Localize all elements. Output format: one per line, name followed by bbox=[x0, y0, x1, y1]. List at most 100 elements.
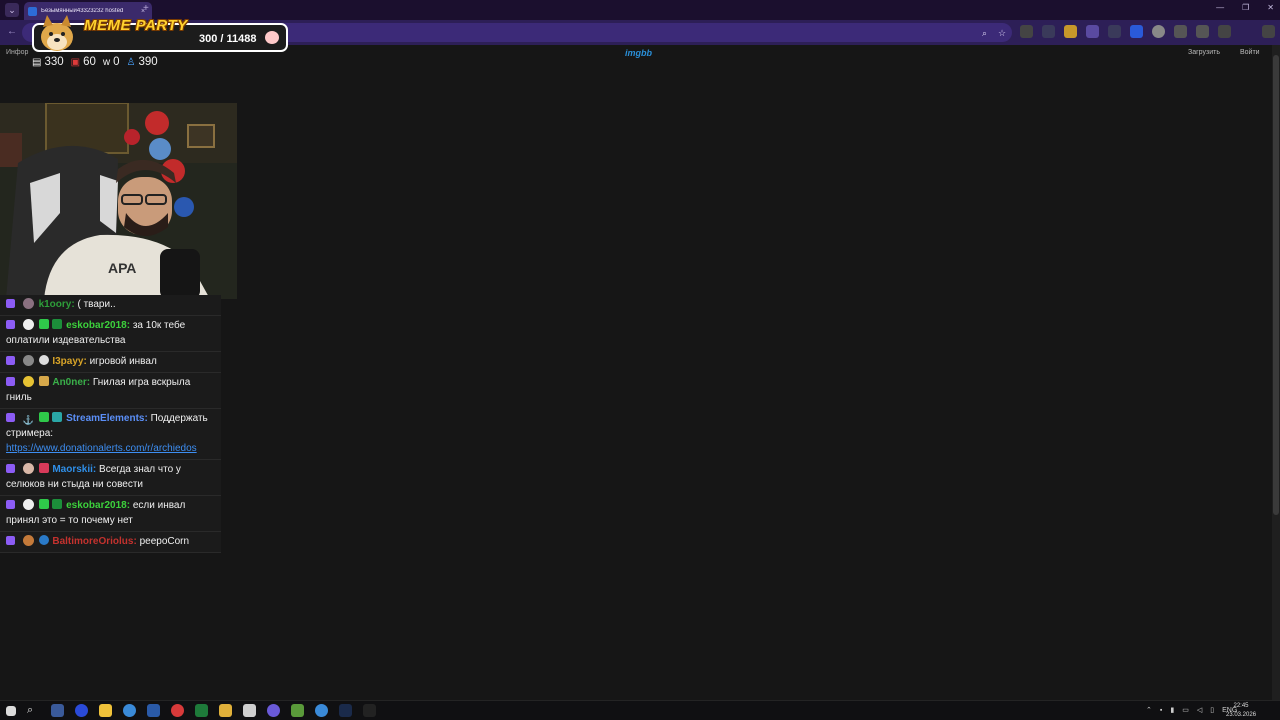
excel-icon[interactable] bbox=[195, 704, 208, 717]
chat-username[interactable]: BaltimoreOriolus: bbox=[52, 536, 136, 547]
twitch-icon bbox=[6, 356, 15, 365]
app-icon[interactable] bbox=[147, 704, 160, 717]
search-icon[interactable]: ⌕ bbox=[27, 704, 40, 717]
extension-icon[interactable] bbox=[1086, 25, 1099, 38]
login-link[interactable]: Войти bbox=[1240, 49, 1260, 56]
microphone-icon[interactable]: ▮ bbox=[1170, 706, 1174, 714]
w-stat: w0 bbox=[103, 56, 120, 68]
volume-icon[interactable]: ◁ bbox=[1197, 706, 1202, 714]
chat-message: I3payy: игровой инвал bbox=[0, 352, 221, 373]
svg-text:АРА: АРА bbox=[108, 260, 136, 276]
extension-icon[interactable] bbox=[1042, 25, 1055, 38]
site-logo[interactable]: imgbb bbox=[625, 48, 652, 58]
minimize-button[interactable]: — bbox=[1216, 3, 1224, 12]
folder-icon[interactable] bbox=[219, 704, 232, 717]
restore-button[interactable]: ❐ bbox=[1242, 3, 1249, 12]
avatar bbox=[22, 319, 34, 330]
battery-icon[interactable]: ▯ bbox=[1210, 706, 1214, 714]
twitch-icon bbox=[6, 536, 15, 545]
pig-icon bbox=[265, 31, 279, 44]
verified-badge-icon bbox=[38, 412, 49, 422]
leaf-badge-icon bbox=[52, 499, 63, 509]
stream-stats: ▤ 330 ▣ 60 w0 ♙ 390 bbox=[32, 56, 158, 68]
doge-icon bbox=[41, 15, 73, 51]
chat-text: ( твари.. bbox=[77, 299, 116, 310]
meme-party-progress: 300 / 11488 bbox=[199, 33, 257, 45]
clock-date: 23.03.2026 bbox=[1226, 712, 1257, 718]
live-icon: ▣ bbox=[70, 56, 81, 68]
verified-badge-icon bbox=[38, 319, 49, 329]
system-tray: ⌃ ▪ ▮ ▭ ◁ ▯ ENG bbox=[1146, 706, 1237, 715]
info-link[interactable]: Инфор bbox=[6, 49, 28, 56]
chat-text: peepoCorn bbox=[139, 536, 190, 547]
twitch-icon bbox=[6, 464, 15, 473]
sidebar-icon[interactable] bbox=[1262, 25, 1275, 38]
extension-icon[interactable] bbox=[1152, 25, 1165, 38]
viewer-count: 390 bbox=[138, 56, 158, 68]
zoom-icon[interactable]: ⌕ bbox=[982, 28, 987, 39]
extension-icon[interactable] bbox=[1174, 25, 1187, 38]
chat-message: eskobar2018: за 10к тебе оплатили издева… bbox=[0, 316, 221, 352]
app-icon[interactable] bbox=[75, 704, 88, 717]
twitch-icon bbox=[6, 377, 15, 386]
scroll-thumb[interactable] bbox=[1273, 55, 1279, 515]
webcam-image: АРА bbox=[0, 103, 237, 299]
new-tab-button[interactable]: + bbox=[143, 3, 149, 14]
tab-strip: ⌄ Безымянный43323232 hosted × + — ❐ ✕ bbox=[0, 0, 1280, 20]
app-icon[interactable] bbox=[171, 704, 184, 717]
anchor-icon: ⚓ bbox=[22, 415, 34, 425]
avatar bbox=[22, 355, 34, 366]
webcam-feed: АРА bbox=[0, 103, 237, 299]
chat-username[interactable]: I3payy: bbox=[52, 356, 86, 367]
meme-party-title: MEME PARTY bbox=[84, 17, 188, 34]
extension-icon[interactable] bbox=[1064, 25, 1077, 38]
app-icon[interactable] bbox=[243, 704, 256, 717]
clock[interactable]: 22:45 23.03.2026 bbox=[1226, 702, 1256, 720]
avatar bbox=[22, 463, 34, 474]
extensions-row: ⋮ bbox=[1020, 25, 1280, 38]
app-icon[interactable] bbox=[291, 704, 304, 717]
task-view-icon[interactable] bbox=[51, 704, 64, 717]
avatar bbox=[22, 376, 34, 387]
bookmark-star-icon[interactable]: ☆ bbox=[998, 28, 1006, 39]
upload-link[interactable]: Загрузить bbox=[1188, 49, 1220, 56]
close-window-button[interactable]: ✕ bbox=[1267, 3, 1274, 12]
start-icon[interactable] bbox=[6, 705, 16, 716]
app-icon[interactable] bbox=[315, 704, 328, 717]
tab-search-button[interactable]: ⌄ bbox=[5, 3, 19, 17]
back-button[interactable]: ← bbox=[7, 26, 17, 37]
extension-icon[interactable] bbox=[1130, 25, 1143, 38]
file-explorer-icon[interactable] bbox=[99, 704, 112, 717]
chat-username[interactable]: eskobar2018: bbox=[66, 500, 130, 511]
tray-chevron-icon[interactable]: ⌃ bbox=[1146, 706, 1152, 714]
app-icon[interactable] bbox=[363, 704, 376, 717]
extension-icon[interactable] bbox=[1108, 25, 1121, 38]
people-badge-icon bbox=[38, 376, 49, 386]
tray-app-icon[interactable]: ▪ bbox=[1160, 707, 1162, 714]
w-count: 0 bbox=[113, 56, 120, 68]
chat-username[interactable]: eskobar2018: bbox=[66, 320, 130, 331]
avatar bbox=[22, 298, 34, 309]
donation-link[interactable]: https://www.donationalerts.com/r/archied… bbox=[6, 443, 197, 454]
chat-message: An0ner: Гнилая игра вскрыла гниль bbox=[0, 373, 221, 409]
meme-party-widget: MEME PARTY 300 / 11488 bbox=[32, 15, 288, 52]
steam-icon[interactable] bbox=[339, 704, 352, 717]
chat-stat: ▤ 330 bbox=[32, 56, 64, 68]
scrollbar[interactable] bbox=[1272, 45, 1280, 700]
chat-message: BaltimoreOriolus: peepoCorn bbox=[0, 532, 221, 553]
chat-username[interactable]: Maorskii: bbox=[52, 464, 96, 475]
chat-username[interactable]: k1oory: bbox=[39, 299, 75, 310]
app-icon[interactable] bbox=[267, 704, 280, 717]
network-icon[interactable]: ▭ bbox=[1182, 706, 1189, 714]
chrome-icon[interactable] bbox=[123, 704, 136, 717]
chat-username[interactable]: An0ner: bbox=[52, 377, 90, 388]
verified-badge-icon bbox=[38, 499, 49, 509]
twitch-icon bbox=[6, 500, 15, 509]
chat-username[interactable]: StreamElements: bbox=[66, 413, 148, 424]
extension-icon[interactable] bbox=[1020, 25, 1033, 38]
extension-icon[interactable] bbox=[1196, 25, 1209, 38]
chat-message: Maorskii: Всегда знал что у селюков ни с… bbox=[0, 460, 221, 496]
w-icon: w bbox=[102, 56, 111, 68]
chat-message: k1oory: ( твари.. bbox=[0, 295, 221, 316]
extensions-puzzle-icon[interactable] bbox=[1218, 25, 1231, 38]
